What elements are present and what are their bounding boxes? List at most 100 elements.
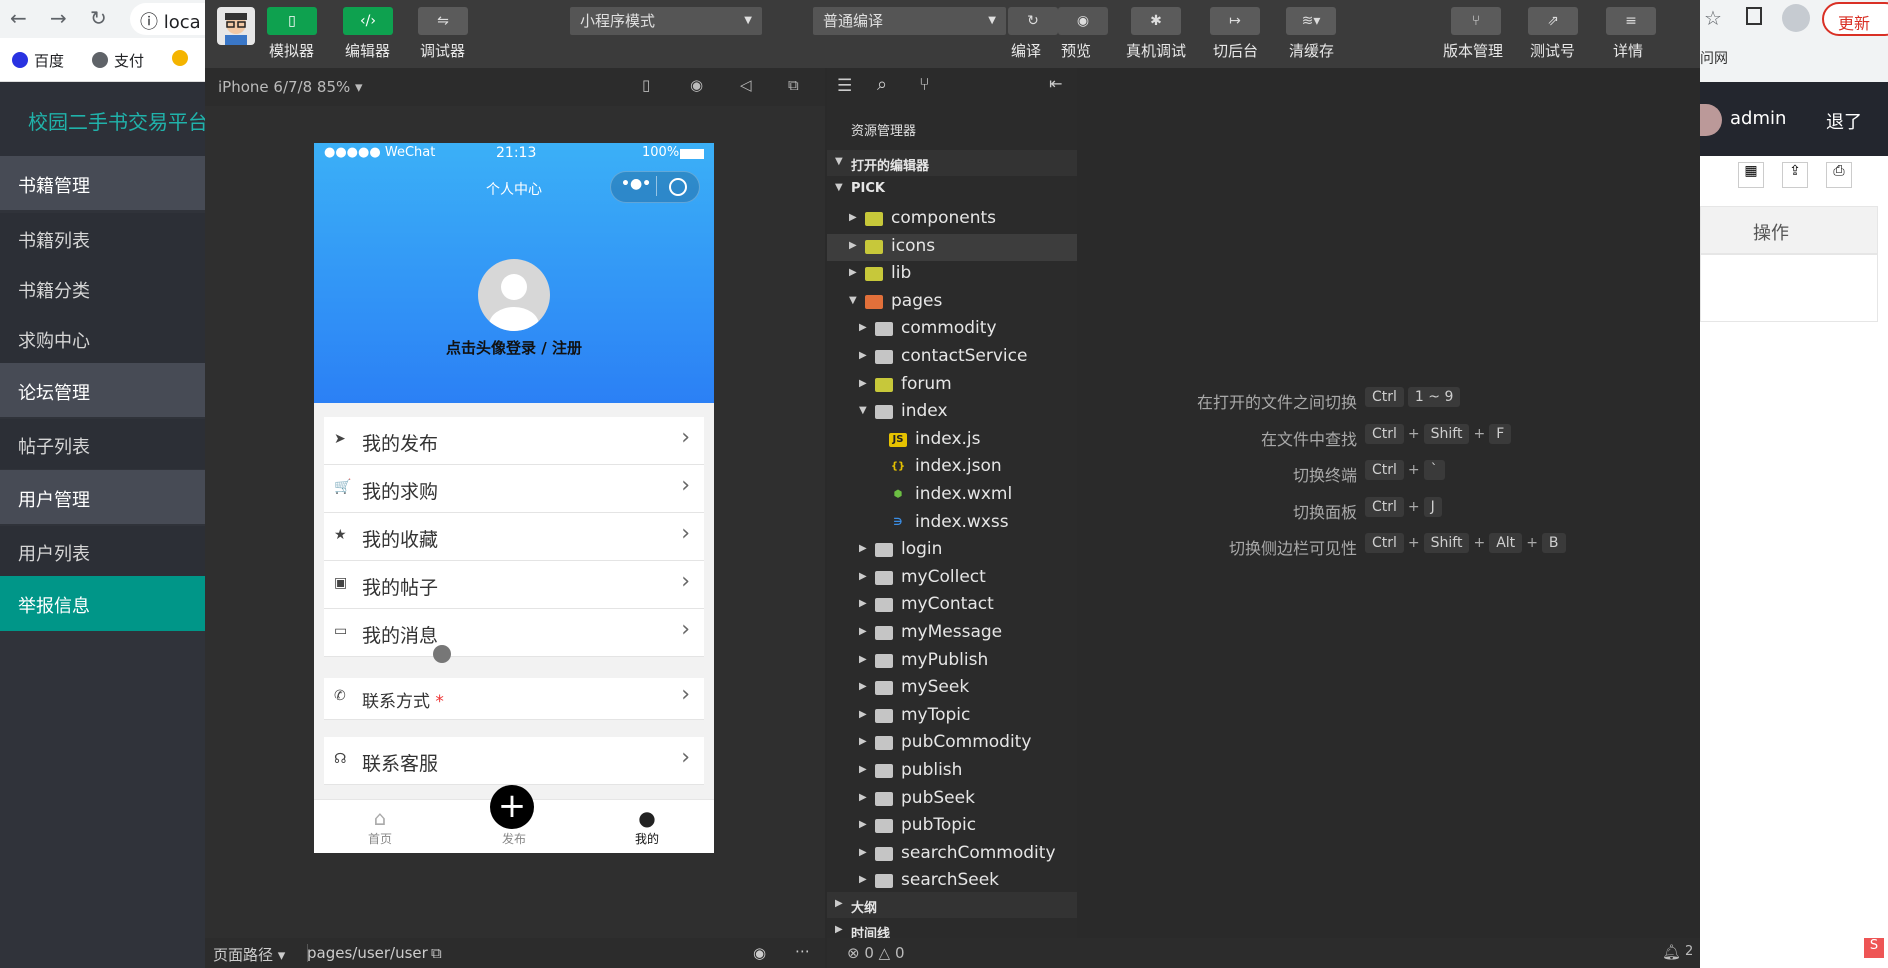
publish-fab[interactable]: +: [490, 785, 534, 829]
debugger-button[interactable]: ⇋: [418, 7, 468, 35]
tree-node[interactable]: ▶ icons: [827, 233, 1077, 261]
tree-node[interactable]: ▶ commodity: [827, 316, 1077, 343]
capsule-button[interactable]: •●•: [610, 171, 700, 203]
clear-cache-button[interactable]: ≋▾: [1286, 7, 1336, 35]
popout-icon[interactable]: ⧉: [788, 76, 799, 94]
tree-node[interactable]: JS index.js: [827, 427, 1077, 454]
search-icon[interactable]: ⌕: [877, 74, 887, 95]
menu-forum-group[interactable]: 论坛管理: [0, 363, 205, 417]
tree-node[interactable]: ▶ myMessage: [827, 620, 1077, 647]
folder-icon: [875, 764, 893, 778]
tab-publish[interactable]: 发布: [484, 830, 544, 847]
menu-wanted-center[interactable]: 求购中心: [0, 313, 205, 363]
copy-icon[interactable]: ⧉: [431, 944, 442, 962]
bookmark-more[interactable]: [172, 50, 194, 68]
simulator-button[interactable]: ▯: [267, 7, 317, 35]
tab-mine[interactable]: ● 我的: [617, 806, 677, 847]
tree-node[interactable]: ▶ pubTopic: [827, 813, 1077, 840]
menu-user-list[interactable]: 用户列表: [0, 526, 205, 576]
bookmark-baidu[interactable]: 百度: [12, 50, 64, 71]
tree-node[interactable]: ▶ forum: [827, 372, 1077, 399]
tree-node[interactable]: ⬢ index.wxml: [827, 482, 1077, 509]
compile-mode-select[interactable]: 普通编译 ▼: [813, 7, 1006, 35]
tree-node[interactable]: ▶ pubSeek: [827, 786, 1077, 813]
logout-link[interactable]: 退了: [1826, 108, 1862, 134]
grid-icon[interactable]: ▦: [1738, 162, 1764, 188]
forward-icon[interactable]: →: [50, 6, 67, 30]
backend-button[interactable]: ↦: [1210, 7, 1260, 35]
menu-report-info[interactable]: 举报信息: [0, 576, 205, 631]
tree-node[interactable]: ▶ myTopic: [827, 703, 1077, 730]
open-editors-section[interactable]: ▼ 打开的编辑器: [827, 150, 1077, 176]
project-section[interactable]: ▼ PICK: [827, 176, 1077, 202]
menu-book-list[interactable]: 书籍列表: [0, 213, 205, 263]
real-debug-button[interactable]: ✱: [1131, 7, 1181, 35]
print-icon[interactable]: ⎙: [1826, 162, 1852, 188]
mode-select[interactable]: 小程序模式 ▼: [570, 7, 762, 35]
star-icon[interactable]: ☆: [1704, 6, 1722, 30]
collapse-icon[interactable]: ⇤: [1049, 74, 1062, 93]
tree-node[interactable]: ▶ pubCommodity: [827, 730, 1077, 757]
page-path-select[interactable]: 页面路径 ▾: [213, 944, 285, 965]
list-item[interactable]: ▣ 我的帖子 ›: [324, 561, 704, 609]
avatar[interactable]: [478, 259, 550, 331]
service-row[interactable]: ☊ 联系客服 ›: [324, 737, 704, 785]
compile-button[interactable]: ↻: [1008, 7, 1058, 35]
menu-users-group[interactable]: 用户管理: [0, 470, 205, 524]
list-item[interactable]: ➤ 我的发布 ›: [324, 417, 704, 465]
menu-books-group[interactable]: 书籍管理: [0, 156, 205, 210]
tree-node[interactable]: ▶ searchCommodity: [827, 841, 1077, 868]
tree-node[interactable]: ▼ index: [827, 399, 1077, 426]
tree-node[interactable]: ▶ contactService: [827, 344, 1077, 371]
list-item[interactable]: 🛒 我的求购 ›: [324, 465, 704, 513]
phone-icon[interactable]: ▯: [642, 76, 650, 94]
bell-icon[interactable]: 🔔︎: [1662, 943, 1681, 961]
reload-icon[interactable]: ↻: [90, 6, 107, 30]
bookmark-pay[interactable]: 支付: [92, 50, 144, 71]
tree-node[interactable]: ▶ myPublish: [827, 648, 1077, 675]
tree-node[interactable]: ▶ login: [827, 537, 1077, 564]
list-item[interactable]: ▭ 我的消息 ›: [324, 609, 704, 657]
branch-icon[interactable]: ⑂: [919, 74, 930, 95]
contact-row[interactable]: ✆ 联系方式 * ›: [324, 678, 704, 720]
list-icon[interactable]: ☰: [837, 76, 852, 96]
tree-node[interactable]: ▶ myCollect: [827, 565, 1077, 592]
update-button[interactable]: 更新: [1822, 2, 1888, 36]
tree-node[interactable]: ▼ pages: [827, 289, 1077, 316]
tree-node[interactable]: ▶ mySeek: [827, 675, 1077, 702]
user-avatar[interactable]: [217, 7, 255, 45]
export-icon[interactable]: ⇪: [1782, 162, 1808, 188]
volume-icon[interactable]: ◁: [740, 76, 752, 94]
more-icon[interactable]: ⋯: [795, 942, 810, 960]
tree-node[interactable]: ∋ index.wxss: [827, 510, 1077, 537]
device-select[interactable]: iPhone 6/7/8 85% ▾: [218, 78, 363, 96]
admin-username[interactable]: admin: [1730, 108, 1786, 129]
menu-book-category[interactable]: 书籍分类: [0, 263, 205, 313]
list-item[interactable]: ★ 我的收藏 ›: [324, 513, 704, 561]
preview-button[interactable]: ◉: [1058, 7, 1108, 35]
back-icon[interactable]: ←: [10, 6, 27, 30]
tree-node[interactable]: ▶ components: [827, 206, 1077, 233]
details-button[interactable]: ≡: [1606, 7, 1656, 35]
problems-indicator[interactable]: ⊗ 0 △ 0: [847, 944, 905, 962]
user-avatar[interactable]: [1700, 104, 1722, 136]
sidepanel-icon[interactable]: [1746, 7, 1762, 25]
profile-icon[interactable]: [1782, 4, 1810, 32]
editor-button[interactable]: ‹/›: [343, 7, 393, 35]
menu-post-list[interactable]: 帖子列表: [0, 419, 205, 469]
more-icon[interactable]: •●•: [621, 176, 651, 192]
version-button[interactable]: ⑂: [1451, 7, 1501, 35]
close-mini-icon[interactable]: [669, 178, 687, 196]
login-prompt[interactable]: 点击头像登录 / 注册: [314, 337, 714, 358]
eye-icon[interactable]: ◉: [753, 944, 766, 962]
folder-icon: [875, 350, 893, 364]
tree-node[interactable]: {} index.json: [827, 454, 1077, 481]
tab-home[interactable]: ⌂ 首页: [350, 806, 410, 847]
tree-node[interactable]: ▶ publish: [827, 758, 1077, 785]
tree-node[interactable]: ▶ lib: [827, 261, 1077, 288]
s-icon[interactable]: S: [1864, 938, 1884, 958]
test-id-button[interactable]: ⇗: [1528, 7, 1578, 35]
outline-section[interactable]: ▶ 大纲: [827, 892, 1077, 918]
record-icon[interactable]: ◉: [690, 76, 703, 94]
tree-node[interactable]: ▶ myContact: [827, 592, 1077, 619]
